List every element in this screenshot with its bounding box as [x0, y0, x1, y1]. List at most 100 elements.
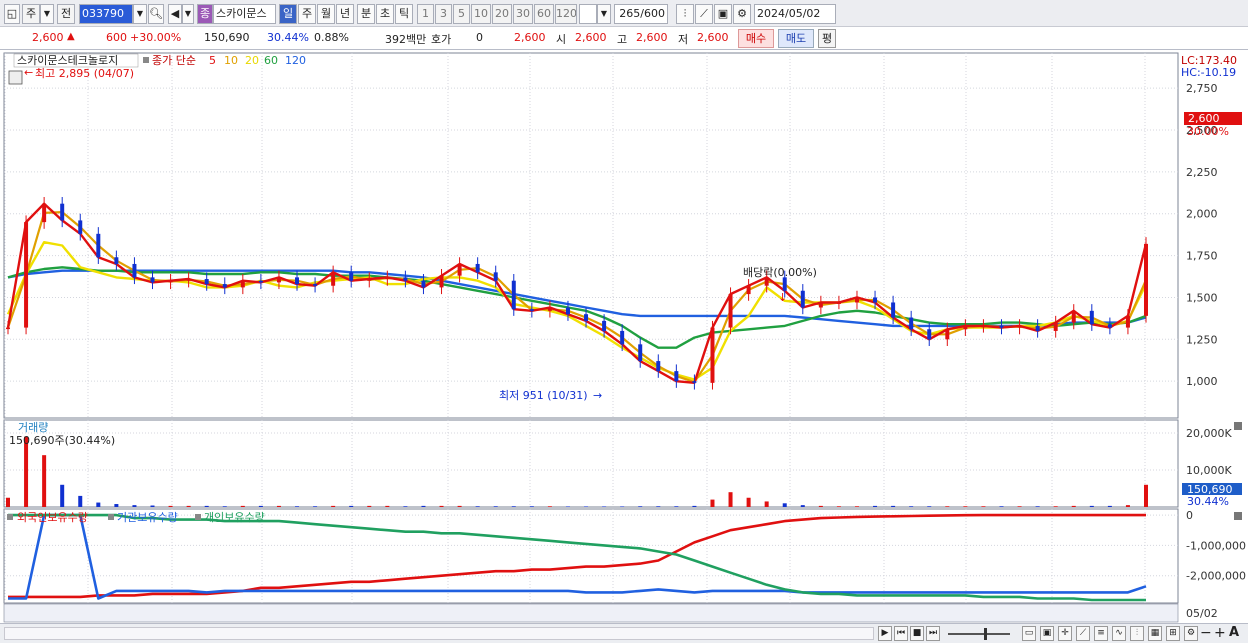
- volume-bar: [565, 506, 570, 507]
- count-field[interactable]: 265/600: [614, 4, 668, 24]
- candle-type-icon[interactable]: ⫶: [676, 4, 694, 24]
- trend-icon[interactable]: ⟋: [1076, 626, 1090, 641]
- interval-120[interactable]: 120: [555, 4, 577, 24]
- institution-holding-label: 기관보유수량: [117, 511, 178, 524]
- zoom-in-icon[interactable]: ⊞: [1166, 626, 1180, 641]
- volume-panel[interactable]: [3, 419, 1179, 508]
- candle-body: [421, 280, 426, 288]
- volume-bar: [873, 505, 878, 507]
- buy-button[interactable]: 매수: [738, 29, 774, 48]
- candle-body: [1035, 325, 1040, 331]
- price-panel[interactable]: [3, 52, 1179, 419]
- price-axis-tick-label: 1,250: [1186, 333, 1218, 346]
- candle-body: [60, 203, 65, 221]
- low-label: 저: [678, 33, 689, 46]
- period-month[interactable]: 월: [317, 4, 335, 24]
- period-second[interactable]: 초: [376, 4, 394, 24]
- volume-bar: [1053, 506, 1058, 507]
- interval-20[interactable]: 20: [492, 4, 512, 24]
- stock-chart[interactable]: 2,7502,5002,2502,0001,7501,5001,2501,000…: [0, 50, 1248, 623]
- speaker-icon[interactable]: ◀︎: [168, 4, 182, 24]
- candle-body: [800, 290, 805, 308]
- date-input[interactable]: 2024/05/02: [754, 4, 836, 24]
- interval-10[interactable]: 10: [471, 4, 491, 24]
- turnover-pct: 30.44%: [267, 31, 309, 44]
- volume-bar: [186, 505, 191, 507]
- holding-panel-close-icon[interactable]: [1234, 512, 1242, 520]
- interval-dropdown-icon[interactable]: ▼: [597, 4, 611, 24]
- candle-body: [42, 203, 47, 223]
- candle-body: [999, 325, 1004, 328]
- market-dropdown-icon[interactable]: ▼: [40, 4, 54, 24]
- volume-bar: [1125, 505, 1130, 507]
- interval-30[interactable]: 30: [513, 4, 533, 24]
- period-week[interactable]: 주: [298, 4, 316, 24]
- speaker-dropdown-icon[interactable]: ▼: [182, 4, 194, 24]
- zoom-out-icon[interactable]: −: [1200, 625, 1212, 641]
- ma-10-label: 10: [224, 54, 238, 67]
- code-dropdown-icon[interactable]: ▼: [133, 4, 147, 24]
- candle-body: [656, 361, 661, 372]
- volume-axis-tick-label: 10,000K: [1186, 464, 1232, 477]
- custom-interval-input[interactable]: [579, 4, 597, 24]
- fib-icon[interactable]: ≡: [1094, 626, 1108, 641]
- text-tool-icon[interactable]: A: [1229, 625, 1239, 640]
- candle-body: [854, 297, 859, 303]
- interval-1[interactable]: 1: [417, 4, 434, 24]
- wave-icon[interactable]: ∿: [1112, 626, 1126, 641]
- holding-panel[interactable]: [3, 508, 1179, 604]
- volume-bar: [602, 506, 607, 507]
- crosshair-icon[interactable]: ✛: [1058, 626, 1072, 641]
- price-axis-tick-label: 2,000: [1186, 208, 1218, 221]
- horizontal-scrollbar[interactable]: [4, 627, 874, 640]
- volume-bar: [1035, 506, 1040, 507]
- foreign-holding-label: 외국인보유수량: [17, 511, 88, 524]
- stock-code-input[interactable]: 033790: [79, 4, 133, 24]
- zoom-plus-icon[interactable]: +: [1214, 625, 1226, 641]
- eval-button[interactable]: 평: [818, 29, 836, 48]
- settings-icon[interactable]: ⚙: [1184, 626, 1198, 641]
- volume-bar: [168, 505, 173, 507]
- sell-button[interactable]: 매도: [778, 29, 814, 48]
- volume-bar: [945, 506, 950, 507]
- period-day[interactable]: 일: [279, 4, 297, 24]
- layout-icon[interactable]: ▣: [1040, 626, 1054, 641]
- stop-icon[interactable]: ■: [910, 626, 924, 641]
- candle-body: [204, 279, 209, 285]
- scroll-last-icon[interactable]: ⏭: [926, 626, 940, 641]
- scroll-first-icon[interactable]: ⏮: [894, 626, 908, 641]
- interval-5[interactable]: 5: [453, 4, 470, 24]
- period-year[interactable]: 년: [336, 4, 354, 24]
- window-icon[interactable]: ▭: [1022, 626, 1036, 641]
- top-toolbar: ◱ 주 ▼ 전 033790 ▼ 🔍︎ ◀︎ ▼ 종 스카이문스 일 주 월 년…: [0, 0, 1248, 27]
- volume-panel-close-icon[interactable]: [1234, 422, 1242, 430]
- chart-type-icon[interactable]: ⫶: [1130, 626, 1144, 641]
- scroll-right-icon[interactable]: ▶: [878, 626, 892, 641]
- zoom-slider-handle[interactable]: [984, 628, 987, 640]
- stock-name-field[interactable]: 스카이문스: [213, 4, 276, 24]
- volume-bar: [963, 506, 968, 507]
- price-change-pct: +30.00%: [130, 31, 182, 44]
- period-year-label: 년: [339, 7, 351, 20]
- zoom-slider[interactable]: [948, 633, 1010, 635]
- high-label: 고: [617, 33, 628, 46]
- period-minute[interactable]: 분: [357, 4, 375, 24]
- volume-bar: [493, 506, 498, 507]
- calendar-icon[interactable]: [8, 70, 23, 85]
- interval-120-label: 120: [556, 7, 577, 20]
- draw-tool-icon[interactable]: ⟋: [695, 4, 713, 24]
- interval-60[interactable]: 60: [534, 4, 554, 24]
- market-select[interactable]: 주: [22, 4, 40, 24]
- settings-gear-icon[interactable]: ⚙: [733, 4, 751, 24]
- window-icon[interactable]: ◱: [4, 4, 20, 24]
- prev-button[interactable]: 전: [57, 4, 75, 24]
- interval-3[interactable]: 3: [435, 4, 452, 24]
- period-tick[interactable]: 틱: [395, 4, 413, 24]
- ma-20-label: 20: [245, 54, 259, 67]
- candle-body: [1125, 315, 1130, 328]
- volume-bar: [710, 499, 715, 507]
- grid-icon[interactable]: ▦: [1148, 626, 1162, 641]
- volume-bar: [638, 506, 643, 507]
- save-icon[interactable]: ▣: [714, 4, 732, 24]
- search-icon[interactable]: 🔍︎: [148, 4, 164, 24]
